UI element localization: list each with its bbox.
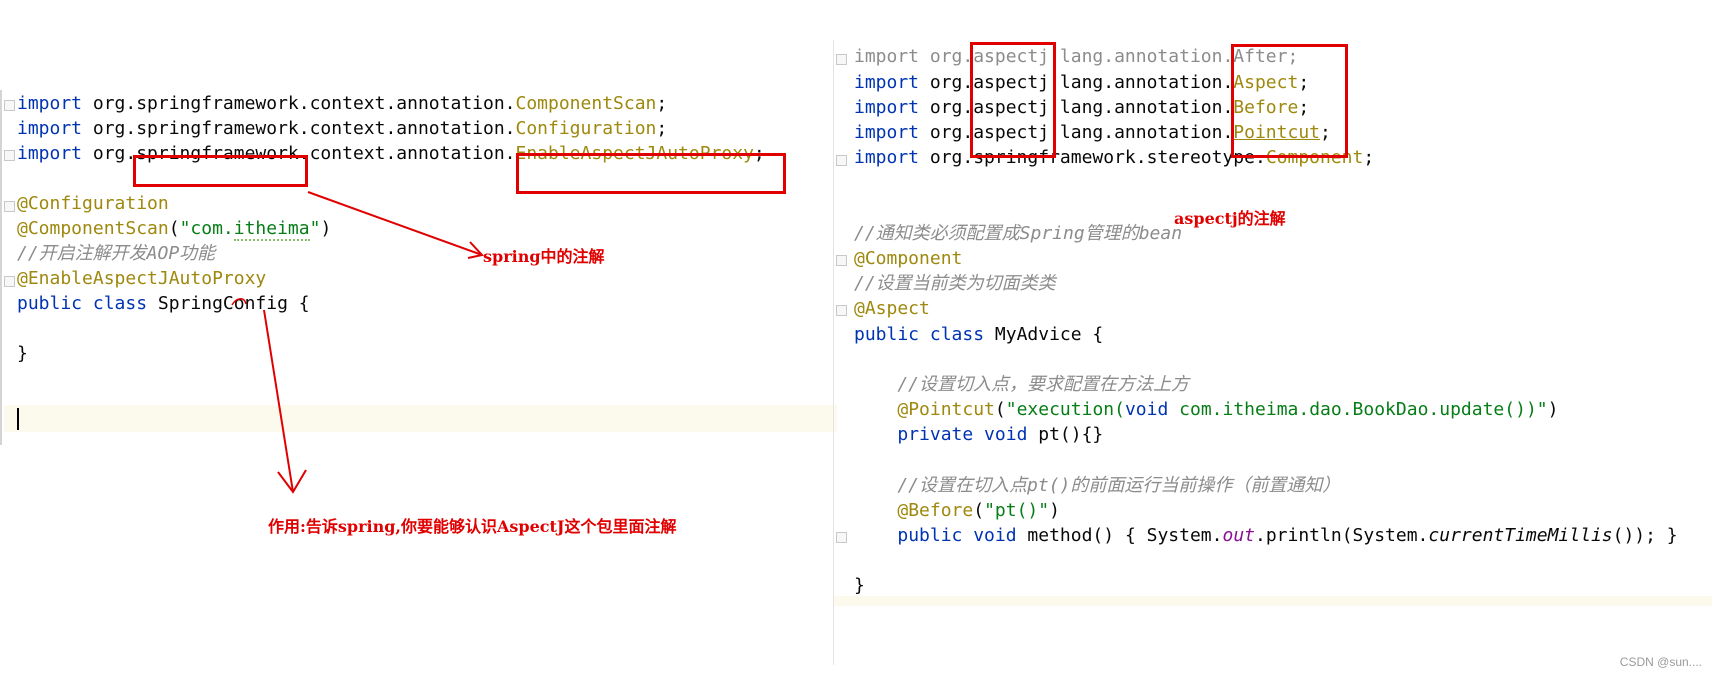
pen-mark — [231, 298, 247, 306]
watermark: CSDN @sun.... — [1619, 655, 1702, 669]
aspectj-annotation-label: aspectj的注解 — [1174, 209, 1286, 228]
arrow-line — [307, 191, 483, 256]
spring-annotation-label: spring中的注解 — [483, 247, 605, 266]
arrow-line — [263, 309, 294, 493]
purpose-label: 作用:告诉spring,你要能够认识AspectJ这个包里面注解 — [268, 517, 677, 536]
annotation-arrows — [231, 191, 484, 494]
